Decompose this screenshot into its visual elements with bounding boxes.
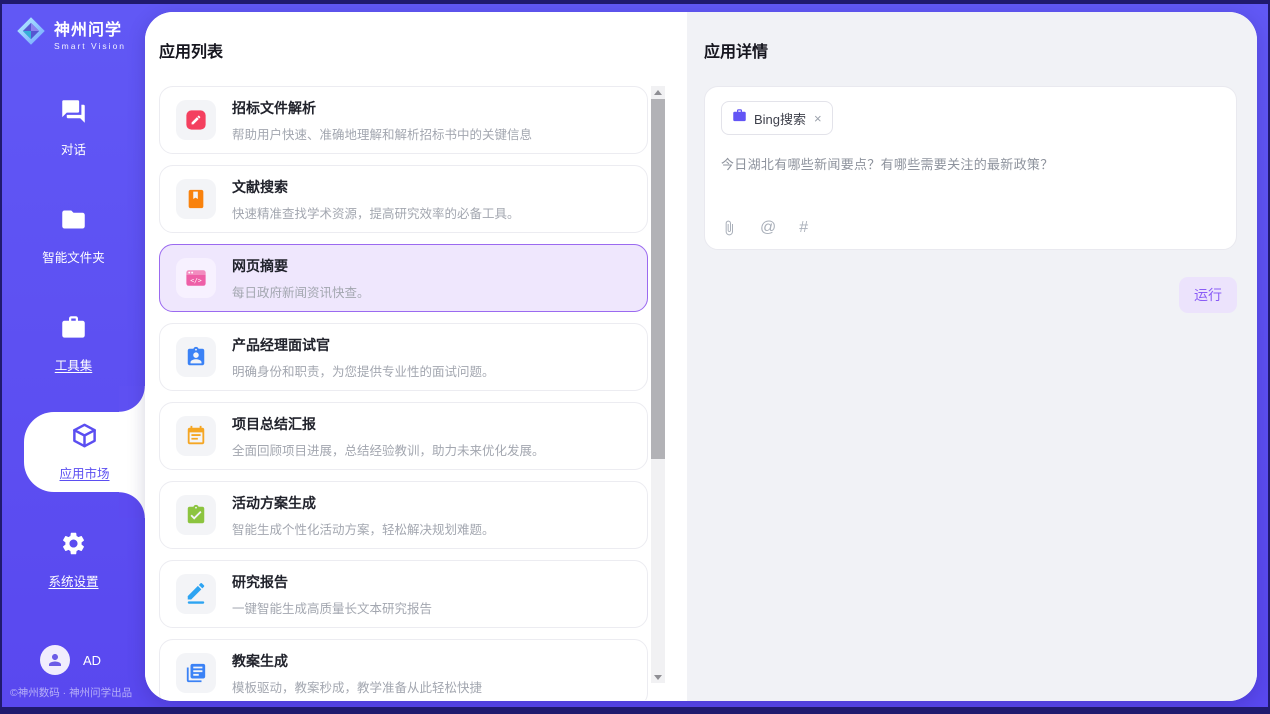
app-card-title: 研究报告 [232, 572, 432, 592]
sidebar-item-toolbox[interactable]: 工具集 [2, 309, 145, 379]
scrollbar-thumb[interactable] [651, 99, 665, 459]
app-card[interactable]: 研究报告 一键智能生成高质量长文本研究报告 [159, 560, 648, 628]
calendar-icon [176, 416, 216, 456]
brand-name: 神州问学 [54, 16, 126, 40]
brand-subtitle: Smart Vision [54, 41, 126, 51]
attachment-icon[interactable] [721, 220, 737, 236]
briefcase-icon [732, 108, 747, 128]
sidebar-item-gear[interactable]: 系统设置 [2, 525, 145, 595]
main-content: 应用列表 招标文件解析 帮助用户快速、准确地理解和解析招标书中的关键信息 文献搜… [145, 12, 1257, 701]
sidebar-item-label: 系统设置 [48, 571, 98, 590]
books-icon [176, 653, 216, 693]
copyright-text: ©神州数码 · 神州问学出品 [10, 685, 132, 700]
app-detail-panel: 应用详情 Bing搜索 × 今日湖北有哪些新闻要点？有哪些需要关注的最新政策？ … [687, 12, 1257, 701]
app-window: 神州问学 Smart Vision 对话 智能文件夹 工具集 应用市场 系统设置… [2, 4, 1268, 707]
app-card-title: 招标文件解析 [232, 98, 532, 118]
app-card-description: 明确身份和职责，为您提供专业性的面试问题。 [232, 361, 495, 380]
app-card-title: 教案生成 [232, 651, 482, 671]
sidebar-item-label: 工具集 [55, 355, 93, 374]
app-card-description: 帮助用户快速、准确地理解和解析招标书中的关键信息 [232, 124, 532, 143]
toolbox-icon [60, 314, 87, 346]
scrollbar-up-button[interactable] [651, 86, 665, 98]
prompt-card: Bing搜索 × 今日湖北有哪些新闻要点？有哪些需要关注的最新政策？ @# [704, 86, 1237, 250]
app-card-description: 模板驱动，教案秒成，教学准备从此轻松快捷 [232, 677, 482, 696]
app-card-title: 产品经理面试官 [232, 335, 495, 355]
svg-text:</>: </> [190, 277, 202, 285]
sidebar-item-label: 智能文件夹 [42, 247, 105, 266]
clipboard-check-icon [176, 495, 216, 535]
app-detail-title: 应用详情 [704, 38, 1237, 62]
composer-toolbar: @# [721, 219, 1220, 237]
app-card[interactable]: 招标文件解析 帮助用户快速、准确地理解和解析招标书中的关键信息 [159, 86, 648, 154]
pen-icon [176, 574, 216, 614]
app-card[interactable]: 产品经理面试官 明确身份和职责，为您提供专业性的面试问题。 [159, 323, 648, 391]
sidebar: 神州问学 Smart Vision 对话 智能文件夹 工具集 应用市场 系统设置… [2, 4, 145, 707]
tool-tag-bing-search[interactable]: Bing搜索 × [721, 101, 833, 135]
browser-icon: </> [176, 258, 216, 298]
sidebar-item-folder[interactable]: 智能文件夹 [2, 201, 145, 271]
app-card-title: 文献搜索 [232, 177, 520, 197]
query-text[interactable]: 今日湖北有哪些新闻要点？有哪些需要关注的最新政策？ [721, 154, 1220, 173]
sidebar-item-label: 应用市场 [59, 463, 109, 482]
arrow-up-icon [654, 90, 662, 95]
sidebar-item-cube[interactable]: 应用市场 [24, 412, 145, 492]
run-button[interactable]: 运行 [1179, 277, 1237, 313]
app-card-description: 一键智能生成高质量长文本研究报告 [232, 598, 432, 617]
edit-icon [176, 100, 216, 140]
app-card[interactable]: 活动方案生成 智能生成个性化活动方案，轻松解决规划难题。 [159, 481, 648, 549]
app-card[interactable]: 教案生成 模板驱动，教案秒成，教学准备从此轻松快捷 [159, 639, 648, 700]
arrow-down-icon [654, 675, 662, 680]
scrollbar-down-button[interactable] [651, 671, 665, 683]
app-card-description: 快速精准查找学术资源，提高研究效率的必备工具。 [232, 203, 520, 222]
book-icon [176, 179, 216, 219]
app-list-panel: 应用列表 招标文件解析 帮助用户快速、准确地理解和解析招标书中的关键信息 文献搜… [145, 12, 687, 701]
app-card-description: 全面回顾项目进展，总结经验教训，助力未来优化发展。 [232, 440, 545, 459]
app-card-description: 智能生成个性化活动方案，轻松解决规划难题。 [232, 519, 495, 538]
hash-icon[interactable]: # [799, 219, 808, 237]
gear-icon [60, 530, 87, 562]
brand-logo-icon [16, 16, 46, 51]
sidebar-item-chat[interactable]: 对话 [2, 93, 145, 163]
app-card-description: 每日政府新闻资讯快查。 [232, 282, 370, 301]
user-account[interactable]: AD [40, 645, 101, 675]
interview-icon [176, 337, 216, 377]
app-card-title: 项目总结汇报 [232, 414, 545, 434]
mention-icon[interactable]: @ [760, 219, 776, 237]
tool-tag-label: Bing搜索 [754, 109, 806, 128]
app-card-title: 活动方案生成 [232, 493, 495, 513]
app-list: 招标文件解析 帮助用户快速、准确地理解和解析招标书中的关键信息 文献搜索 快速精… [159, 86, 650, 700]
app-card-title: 网页摘要 [232, 256, 370, 276]
scrollbar[interactable] [651, 86, 665, 683]
app-list-title: 应用列表 [159, 38, 687, 62]
app-card[interactable]: 项目总结汇报 全面回顾项目进展，总结经验教训，助力未来优化发展。 [159, 402, 648, 470]
avatar[interactable] [40, 645, 70, 675]
app-card[interactable]: 文献搜索 快速精准查找学术资源，提高研究效率的必备工具。 [159, 165, 648, 233]
close-icon[interactable]: × [814, 112, 822, 125]
folder-icon [60, 206, 87, 238]
sidebar-item-label: 对话 [61, 139, 86, 158]
app-card[interactable]: </> 网页摘要 每日政府新闻资讯快查。 [159, 244, 648, 312]
user-name: AD [83, 653, 101, 668]
cube-icon [71, 422, 98, 454]
sidebar-nav: 对话 智能文件夹 工具集 应用市场 系统设置 [2, 93, 145, 595]
chat-icon [60, 98, 87, 130]
brand: 神州问学 Smart Vision [16, 16, 145, 51]
